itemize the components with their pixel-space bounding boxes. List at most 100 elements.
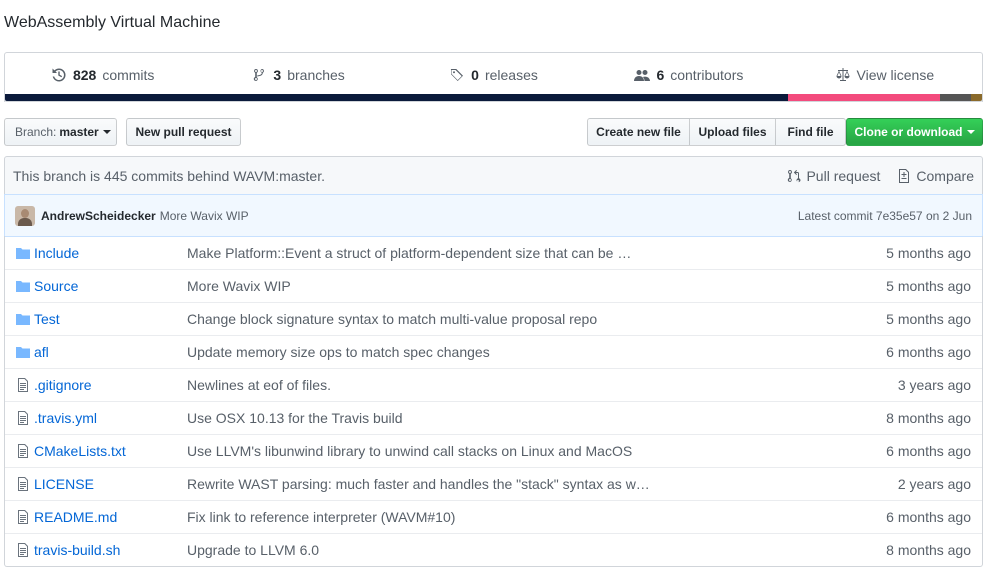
caret-down-icon xyxy=(966,130,975,134)
branches-link[interactable]: 3 branches xyxy=(200,53,395,97)
file-age: 8 months ago xyxy=(886,542,971,558)
file-actions-group: Create new file Upload files Find file xyxy=(587,118,846,146)
file-icon xyxy=(15,410,31,426)
contributors-link[interactable]: 6 contributors xyxy=(591,53,786,97)
file-row: travis-build.sh Upgrade to LLVM 6.0 8 mont… xyxy=(5,533,982,566)
releases-link[interactable]: 0 releases xyxy=(396,53,591,97)
clone-label: Clone or download xyxy=(854,125,963,139)
file-age: 2 years ago xyxy=(897,476,971,492)
file-commit-message[interactable]: Fix link to reference interpreter (WAVM#… xyxy=(187,509,862,525)
license-label: View license xyxy=(856,67,935,83)
avatar[interactable] xyxy=(15,205,35,226)
folder-icon xyxy=(15,344,31,360)
commits-count: 828 xyxy=(72,67,97,83)
file-age: 5 months ago xyxy=(886,244,971,261)
file-name-link[interactable]: afl xyxy=(34,344,187,360)
language-segment[interactable] xyxy=(5,94,788,101)
compare-label: Compare xyxy=(916,167,974,184)
file-name-link[interactable]: Test xyxy=(34,311,187,327)
contributors-count: 6 xyxy=(656,67,665,83)
people-icon xyxy=(634,67,651,83)
repo-description: WebAssembly Virtual Machine xyxy=(4,14,221,31)
branch-name: master xyxy=(59,125,99,139)
file-age: 5 months ago xyxy=(886,278,971,294)
commit-date: on 2 Jun xyxy=(925,208,972,223)
file-row: afl Update memory size ops to match spec … xyxy=(5,335,982,368)
file-name-link[interactable]: .gitignore xyxy=(34,377,187,393)
folder-icon xyxy=(15,311,31,327)
language-bar[interactable] xyxy=(4,94,983,102)
latest-commit-prefix: Latest commit xyxy=(797,208,873,223)
file-age: 5 months ago xyxy=(886,311,971,327)
file-row: README.md Fix link to reference interpret… xyxy=(5,500,982,533)
file-commit-message[interactable]: Use OSX 10.13 for the Travis build xyxy=(187,410,862,426)
file-commit-message[interactable]: More Wavix WIP xyxy=(187,278,862,294)
tag-icon xyxy=(449,67,465,83)
file-age: 6 months ago xyxy=(886,443,971,459)
file-row: Include Make Platform::Event a struct of … xyxy=(5,236,982,269)
commits-link[interactable]: 828 commits xyxy=(5,53,200,97)
file-row: Source More Wavix WIP 5 months ago xyxy=(5,269,982,302)
file-row: .gitignore Newlines at eof of files. 3 yea… xyxy=(5,368,982,401)
file-row: CMakeLists.txt Use LLVM's libunwind libra… xyxy=(5,434,982,467)
compare-link[interactable]: Compare xyxy=(896,168,974,184)
branch-icon xyxy=(251,67,267,83)
git-pull-request-icon xyxy=(786,168,802,184)
file-age: 3 years ago xyxy=(897,377,971,393)
commit-sha[interactable]: 7e35e57 xyxy=(876,209,923,223)
clone-or-download-button[interactable]: Clone or download xyxy=(846,118,983,146)
branches-count: 3 xyxy=(273,67,282,83)
folder-icon xyxy=(15,278,31,294)
branch-prefix: Branch: xyxy=(15,125,57,139)
file-commit-message[interactable]: Use LLVM's libunwind library to unwind c… xyxy=(187,443,862,459)
releases-label: releases xyxy=(484,67,538,83)
file-row: LICENSE Rewrite WAST parsing: much faster… xyxy=(5,467,982,500)
file-list: Include Make Platform::Event a struct of … xyxy=(4,236,983,567)
releases-count: 0 xyxy=(471,67,479,83)
file-age: 6 months ago xyxy=(886,509,971,525)
commit-author[interactable]: AndrewScheidecker xyxy=(41,209,156,223)
commit-meta: Latest commit 7e35e57 on 2 Jun xyxy=(798,209,972,223)
new-pull-request-button[interactable]: New pull request xyxy=(126,118,241,146)
file-name-link[interactable]: CMakeLists.txt xyxy=(34,443,187,459)
folder-icon xyxy=(15,245,31,261)
file-name-link[interactable]: Source xyxy=(34,278,187,294)
pull-request-label: Pull request xyxy=(806,167,881,184)
commits-label: commits xyxy=(102,67,155,83)
file-navigation: Branch: master New pull request Create n… xyxy=(4,118,983,146)
file-row: Test Change block signature syntax to mat… xyxy=(5,302,982,335)
file-commit-message[interactable]: Rewrite WAST parsing: much faster and ha… xyxy=(187,476,862,492)
law-icon xyxy=(835,67,851,83)
language-segment[interactable] xyxy=(971,94,982,101)
commit-message[interactable]: More Wavix WIP xyxy=(160,209,798,223)
pull-request-link[interactable]: Pull request xyxy=(786,168,880,184)
latest-commit-bar: AndrewScheidecker More Wavix WIP Latest … xyxy=(4,194,983,237)
branch-select-button[interactable]: Branch: master xyxy=(4,118,117,146)
file-commit-message[interactable]: Change block signature syntax to match m… xyxy=(187,311,862,327)
history-icon xyxy=(51,67,67,83)
file-name-link[interactable]: Include xyxy=(34,245,187,261)
file-age: 6 months ago xyxy=(886,344,971,360)
branch-status-bar: This branch is 445 commits behind WAVM:m… xyxy=(4,156,983,195)
license-link[interactable]: View license xyxy=(787,53,982,97)
find-file-button[interactable]: Find file xyxy=(775,118,846,146)
create-new-file-button[interactable]: Create new file xyxy=(587,118,690,146)
file-commit-message[interactable]: Make Platform::Event a struct of platfor… xyxy=(187,245,862,261)
file-name-link[interactable]: LICENSE xyxy=(34,476,187,492)
language-segment[interactable] xyxy=(787,94,940,101)
file-name-link[interactable]: README.md xyxy=(34,509,187,525)
file-name-link[interactable]: .travis.yml xyxy=(34,410,187,426)
file-commit-message[interactable]: Upgrade to LLVM 6.0 xyxy=(187,542,862,558)
file-name-link[interactable]: travis-build.sh xyxy=(34,542,187,558)
file-icon xyxy=(15,443,31,459)
file-row: .travis.yml Use OSX 10.13 for the Travis … xyxy=(5,401,982,434)
file-age: 8 months ago xyxy=(886,410,971,426)
file-commit-message[interactable]: Newlines at eof of files. xyxy=(187,377,862,393)
branch-behind-text: This branch is 445 commits behind WAVM:m… xyxy=(13,167,325,184)
upload-files-button[interactable]: Upload files xyxy=(689,118,776,146)
file-commit-message[interactable]: Update memory size ops to match spec cha… xyxy=(187,344,862,360)
diff-icon xyxy=(896,168,912,184)
contributors-label: contributors xyxy=(670,67,744,83)
file-icon xyxy=(15,509,31,525)
language-segment[interactable] xyxy=(939,94,972,101)
